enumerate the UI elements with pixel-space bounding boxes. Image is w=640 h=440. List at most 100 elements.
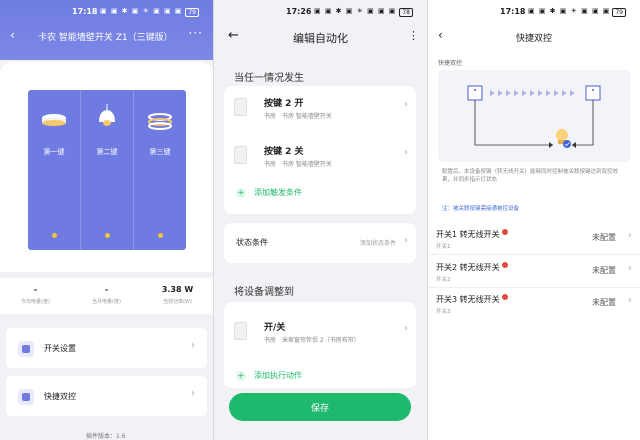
power-stats: - 今日电量(度) - 当月电量(度) 3.38 W 当前功率(W) [0,278,213,314]
state-condition-hint: 添加状态条件 [359,240,396,247]
row-status: 未配置 [592,298,616,307]
trigger-row[interactable]: 按键 2 开 书房 书房 智能墙壁开关 › [224,90,416,130]
row-name-text: 开关1 转无线开关 [436,230,500,239]
chevron-right-icon: › [191,340,195,351]
page-title: 编辑自动化 [293,32,348,45]
menu-item-quick-dual-control[interactable]: 快捷双控 › [6,376,207,416]
add-action-button[interactable]: + 添加执行动作 [236,370,302,381]
warning-dot-icon [501,262,508,268]
key-button-2[interactable]: 第二键 [81,90,134,250]
light-strip-icon [148,113,172,130]
battery-icon: 79 [612,8,626,17]
automation-header: ← 编辑自动化 ⋮ [214,28,427,48]
plus-icon: + [236,188,246,198]
row-name-text: 开关2 转无线开关 [436,263,500,272]
stat-label: 今日电量(度) [21,299,50,305]
stat-label: 当月电量(度) [92,299,121,305]
chevron-right-icon: › [191,388,195,399]
trigger-name: 按键 2 关 [264,147,304,157]
trigger-sub: 书房 书房 智能墙壁开关 [264,161,332,168]
wireless-switch-row-3[interactable]: 开关3 转无线开关 开关3 未配置 › [428,290,640,320]
wireless-switch-row-1[interactable]: 开关1 转无线开关 开关1 未配置 › [428,225,640,255]
chevron-right-icon: › [404,99,408,110]
ceiling-lamp-icon [42,114,66,126]
row-name-text: 开关3 转无线开关 [436,295,500,304]
diagram-caption: 快捷双控 [438,60,463,67]
row-status: 未配置 [592,266,616,275]
row-name: 开关1 转无线开关 [436,229,508,240]
trigger-heading: 当任一情况发生 [234,73,304,84]
menu-item-label: 快捷双控 [44,392,76,401]
row-status: 未配置 [592,233,616,242]
action-sub: 书房 米家窗帘伴侣 2（书房布帘） [264,337,360,344]
indicator-dot-3 [158,233,163,238]
quick-dual-control-screen: 17:18 ▣ ▣ ✱ ▣ ☀ ▣ ▣ ▣ 79 ‹ 快捷双控 快捷双控 配置后… [428,0,640,440]
action-heading: 将设备调整到 [234,287,294,298]
chevron-right-icon: › [628,230,632,241]
add-action-label: 添加执行动作 [254,371,302,380]
indicator-dot-2 [105,233,110,238]
action-card: 开/关 书房 米家窗帘伴侣 2（书房布帘） › + 添加执行动作 [224,302,416,388]
settings-icon [18,341,34,357]
chevron-right-icon: › [404,235,408,246]
wireless-switch-row-2[interactable]: 开关2 转无线开关 开关2 未配置 › [428,258,640,288]
row-sub: 开关3 [436,309,451,315]
menu-item-label: 开关设置 [44,344,76,353]
pendant-lamp-icon [99,104,115,126]
action-name: 开/关 [264,323,286,333]
dual-control-icon [18,389,34,405]
page-title: 快捷双控 [515,34,552,44]
chevron-right-icon: › [628,295,632,306]
warning-dot-icon [501,294,508,300]
stat-label: 当前功率(W) [163,299,192,305]
action-row[interactable]: 开/关 书房 米家窗帘伴侣 2（书房布帘） › [224,314,416,354]
curtain-device-icon [234,322,247,340]
device-title: 卡农 智能墙壁开关 Z1（三键版） [38,33,173,43]
status-bar: 17:26 ▣ ▣ ✱ ▣ ☀ ▣ ▣ ▣ 78 [214,7,427,19]
battery-icon: 79 [185,8,199,17]
switch-device-icon [234,146,247,164]
status-bar: 17:18 ▣ ▣ ✱ ▣ ☀ ▣ ▣ ▣ 79 [428,7,640,19]
device-panel-screen: 17:18 ▣ ▣ ✱ ▣ ☀ ▣ ▣ ▣ 79 ‹ 卡农 智能墙壁开关 Z1（… [0,0,213,440]
state-condition-row[interactable]: 状态条件 添加状态条件 › [224,223,416,263]
state-condition-label: 状态条件 [236,238,268,247]
chevron-right-icon: › [628,263,632,274]
more-options-icon[interactable]: ··· [189,26,203,40]
row-sub: 开关2 [436,277,451,283]
stat-today: - 今日电量(度) [0,278,71,314]
menu-item-switch-settings[interactable]: 开关设置 › [6,328,207,368]
device-header: ‹ 卡农 智能墙壁开关 Z1（三键版） ··· [0,26,213,44]
key-button-1[interactable]: 第一键 [28,90,81,250]
key-label-3: 第三键 [149,148,171,156]
status-icons: ▣ ▣ ✱ ▣ ☀ ▣ ▣ ▣ [314,7,397,15]
trigger-name: 按键 2 开 [264,99,304,109]
row-sub: 开关1 [436,244,451,250]
row-name: 开关2 转无线开关 [436,262,508,273]
dual-control-note: 注：被关联按键需接通被控设备 [442,206,520,212]
trigger-card: 按键 2 开 书房 书房 智能墙壁开关 › 按键 2 关 书房 书房 智能墙壁开… [224,86,416,214]
dual-control-header: ‹ 快捷双控 [428,28,640,48]
back-arrow-icon[interactable]: ‹ [10,28,15,42]
switch-panel-graphic: 第一键 第二键 第三键 [28,90,186,250]
switch-device-icon [234,98,247,116]
stat-power: 3.38 W 当前功率(W) [142,278,213,314]
save-button[interactable]: 保存 [229,393,411,421]
stat-value: - [33,285,38,294]
status-time: 17:26 [286,7,312,16]
status-icons: ▣ ▣ ✱ ▣ ☀ ▣ ▣ ▣ [100,7,183,15]
row-name: 开关3 转无线开关 [436,294,508,305]
status-time: 17:18 [72,7,98,16]
trigger-sub: 书房 书房 智能墙壁开关 [264,113,332,120]
key-label-2: 第二键 [96,148,118,156]
dual-control-illustration [467,85,601,148]
add-trigger-button[interactable]: + 添加触发条件 [236,187,302,198]
edit-automation-screen: 17:26 ▣ ▣ ✱ ▣ ☀ ▣ ▣ ▣ 78 ← 编辑自动化 ⋮ 当任一情况… [214,0,427,440]
warning-dot-icon [501,229,508,235]
add-trigger-label: 添加触发条件 [254,188,302,197]
key-button-3[interactable]: 第三键 [134,90,186,250]
battery-icon: 78 [399,8,413,17]
trigger-row[interactable]: 按键 2 关 书房 书房 智能墙壁开关 › [224,138,416,178]
more-options-icon[interactable]: ⋮ [408,29,419,42]
indicator-dot-1 [52,233,57,238]
status-icons: ▣ ▣ ✱ ▣ ☀ ▣ ▣ ▣ [528,7,611,15]
